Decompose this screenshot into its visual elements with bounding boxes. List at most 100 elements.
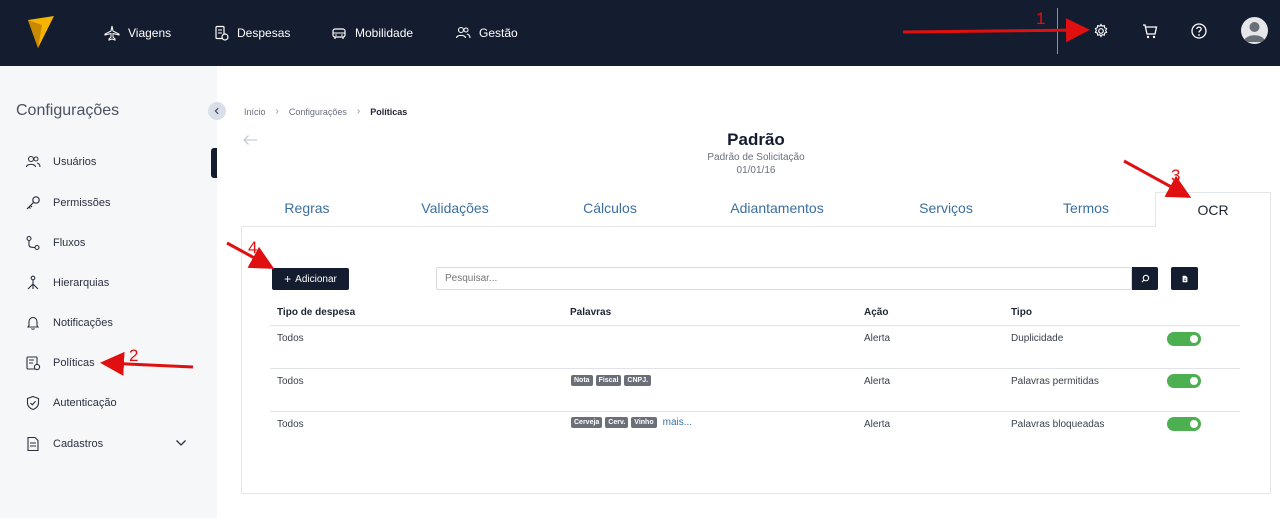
sidebar-item-usuarios[interactable]: Usuários xyxy=(25,152,96,172)
main-content: Início › Configurações › Políticas Padrã… xyxy=(217,66,1280,518)
nav-gestao-label: Gestão xyxy=(479,26,518,40)
flow-icon xyxy=(26,235,40,251)
tab-calculos[interactable]: Cálculos xyxy=(560,200,660,222)
cell-tipo: Palavras permitidas xyxy=(1011,376,1099,387)
sidebar-item-hierarquias[interactable]: Hierarquias xyxy=(25,273,109,293)
cell-tipo: Palavras bloqueadas xyxy=(1011,419,1105,430)
plane-icon xyxy=(104,25,120,41)
car-icon xyxy=(332,28,346,39)
sidebar-item-label: Usuários xyxy=(53,156,97,168)
avatar[interactable] xyxy=(1241,17,1268,44)
column-palavras: Palavras xyxy=(570,307,612,318)
column-acao: Ação xyxy=(864,307,889,318)
tab-termos[interactable]: Termos xyxy=(1036,200,1136,222)
nav-despesas-label: Despesas xyxy=(237,26,291,40)
breadcrumb-separator-icon: › xyxy=(356,106,361,117)
plus-icon: + xyxy=(284,272,292,286)
bell-icon xyxy=(26,316,40,330)
cell-tipo-despesa: Todos xyxy=(277,419,304,430)
sidebar-item-politicas[interactable]: Políticas xyxy=(25,353,95,373)
toggle-knob xyxy=(1190,335,1198,343)
search-input[interactable] xyxy=(436,267,1132,290)
word-chip: Fiscal xyxy=(595,375,622,386)
users-icon xyxy=(25,155,41,168)
annotation-number-2: 2 xyxy=(129,346,139,365)
users-icon xyxy=(455,26,471,39)
help-icon[interactable] xyxy=(1190,22,1208,40)
sidebar-item-autenticacao[interactable]: Autenticação xyxy=(25,393,117,413)
sidebar-title: Configurações xyxy=(16,102,120,119)
key-icon xyxy=(26,196,40,210)
cell-palavras: Cerveja Cerv. Vinho mais... xyxy=(571,417,692,428)
search-icon xyxy=(1141,274,1149,283)
row-divider xyxy=(270,368,1240,369)
breadcrumb-separator-icon: › xyxy=(275,106,279,117)
cell-tipo: Duplicidade xyxy=(1011,333,1064,344)
toggle-knob xyxy=(1190,377,1198,385)
sidebar-item-fluxos[interactable]: Fluxos xyxy=(25,233,85,253)
nav-mobilidade[interactable]: Mobilidade xyxy=(331,22,413,44)
nav-viagens[interactable]: Viagens xyxy=(104,22,171,44)
word-chip: Vinho xyxy=(631,417,657,428)
sidebar-item-label: Fluxos xyxy=(53,237,86,249)
tab-regras[interactable]: Regras xyxy=(257,200,357,222)
nav-gestao[interactable]: Gestão xyxy=(455,22,518,44)
avatar-icon xyxy=(1244,22,1265,42)
word-chip: Cerv. xyxy=(605,417,629,428)
word-chip: Cerveja xyxy=(571,417,603,428)
policy-icon xyxy=(26,356,41,371)
nav-despesas[interactable]: Despesas xyxy=(213,22,290,44)
file-icon xyxy=(1182,275,1187,282)
cell-tipo-despesa: Todos xyxy=(277,333,304,344)
annotation-number-3: 3 xyxy=(1171,166,1181,185)
column-tipo-despesa: Tipo de despesa xyxy=(277,307,356,318)
top-navbar: Viagens Despesas Mobilidade Gestão xyxy=(0,0,1280,66)
word-chip: Nota xyxy=(571,375,593,386)
page-subtitle: Padrão de Solicitação xyxy=(707,152,805,163)
nav-mobilidade-label: Mobilidade xyxy=(355,26,414,40)
sidebar-collapse-button[interactable] xyxy=(208,102,226,120)
sidebar-item-permissoes[interactable]: Permissões xyxy=(25,193,110,213)
gear-icon[interactable] xyxy=(1092,22,1110,40)
page-date: 01/01/16 xyxy=(736,165,776,176)
shield-icon xyxy=(26,395,40,411)
tab-servicos[interactable]: Serviços xyxy=(896,200,996,222)
tab-ocr[interactable]: OCR xyxy=(1155,192,1271,227)
sidebar-item-label: Notificações xyxy=(53,317,113,329)
breadcrumb: Início › Configurações › Políticas xyxy=(244,106,407,117)
add-button[interactable]: + Adicionar xyxy=(272,268,349,290)
hierarchy-icon xyxy=(27,275,39,290)
sidebar-item-cadastros[interactable]: Cadastros xyxy=(25,434,103,454)
sidebar-item-label: Permissões xyxy=(53,197,111,209)
sidebar-item-notificacoes[interactable]: Notificações xyxy=(25,313,113,333)
breadcrumb-configuracoes[interactable]: Configurações xyxy=(289,107,347,117)
tab-validacoes[interactable]: Validações xyxy=(405,200,505,222)
row-enabled-toggle[interactable] xyxy=(1167,417,1201,431)
logo-icon[interactable] xyxy=(28,16,54,48)
row-divider xyxy=(270,411,1240,412)
sidebar-item-label: Autenticação xyxy=(53,397,117,409)
sidebar-item-label: Políticas xyxy=(53,357,95,369)
cart-icon[interactable] xyxy=(1141,22,1159,40)
row-enabled-toggle[interactable] xyxy=(1167,374,1201,388)
cell-acao: Alerta xyxy=(864,333,891,344)
cell-acao: Alerta xyxy=(864,419,891,430)
row-enabled-toggle[interactable] xyxy=(1167,332,1201,346)
cell-palavras: Nota Fiscal CNPJ. xyxy=(571,375,652,386)
chevron-down-icon[interactable] xyxy=(175,437,187,449)
cell-tipo-despesa: Todos xyxy=(277,376,304,387)
nav-viagens-label: Viagens xyxy=(128,26,172,40)
cell-acao: Alerta xyxy=(864,376,891,387)
toggle-knob xyxy=(1190,420,1198,428)
search-button[interactable] xyxy=(1132,267,1158,290)
word-chip: CNPJ. xyxy=(624,375,652,386)
top-divider xyxy=(1057,8,1058,54)
more-words-link[interactable]: mais... xyxy=(663,417,692,428)
export-button[interactable] xyxy=(1171,267,1198,290)
page-title: Padrão xyxy=(727,130,785,149)
tab-adiantamentos[interactable]: Adiantamentos xyxy=(707,200,847,222)
breadcrumb-inicio[interactable]: Início xyxy=(244,107,266,117)
document-icon xyxy=(27,436,39,452)
table-header-divider xyxy=(270,325,1240,326)
add-button-label: Adicionar xyxy=(295,273,337,285)
